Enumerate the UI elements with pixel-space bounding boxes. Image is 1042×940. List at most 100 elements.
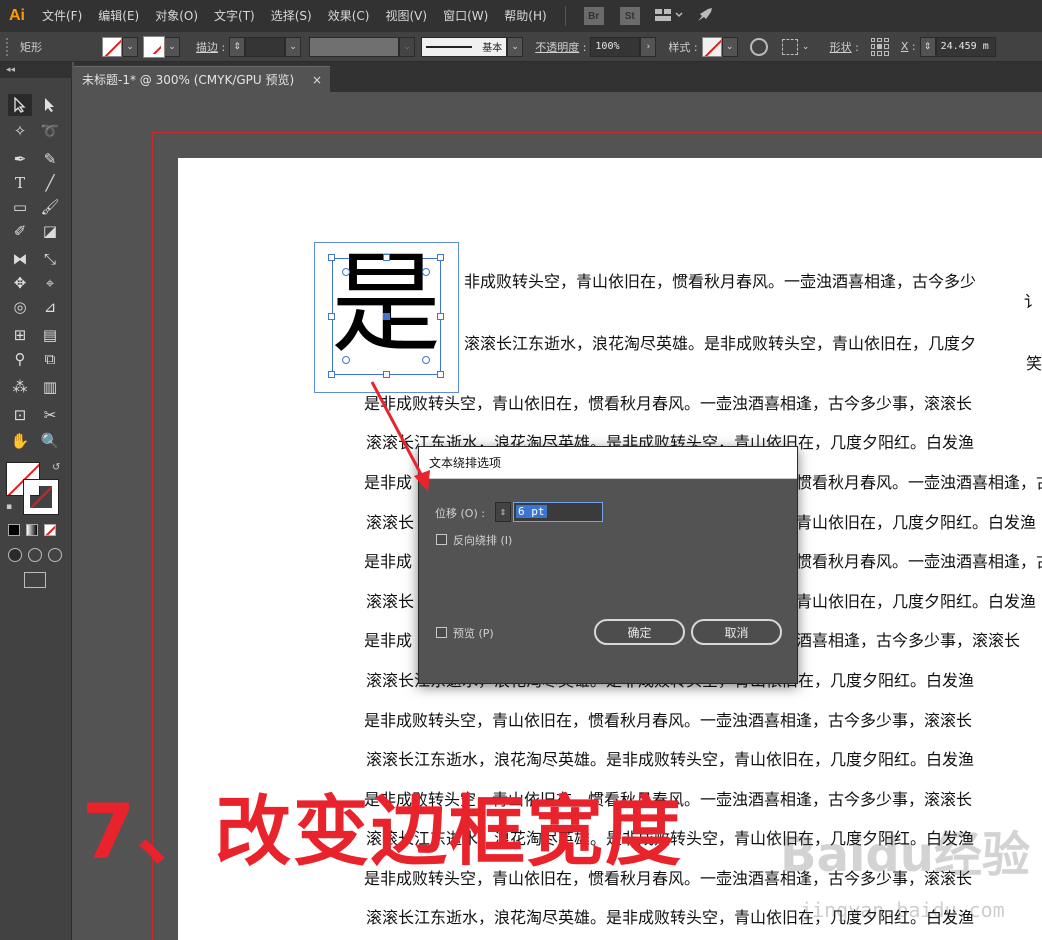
fill-dropdown[interactable]: ⌄ [122,36,138,57]
brush-definition-dropdown[interactable]: ⌄ [507,36,524,57]
eyedropper-tool-icon[interactable]: ⚲ [8,348,32,370]
selection-handle[interactable] [328,254,335,261]
document-tab[interactable]: 未标题-1* @ 300% (CMYK/GPU 预览) × [74,66,330,92]
paintbrush-tool-icon[interactable]: 🖌 [38,196,62,218]
close-tab-icon[interactable]: × [312,73,322,87]
offset-stepper[interactable]: ⇕ [495,502,511,522]
menu-select[interactable]: 选择(S) [263,0,320,32]
ok-button[interactable]: 确定 [594,619,685,645]
align-selection-icon[interactable] [781,38,798,55]
recolor-icon[interactable] [749,37,768,56]
reference-point-icon[interactable] [870,37,889,56]
shaper-tool-icon[interactable]: ✐ [8,220,32,242]
hand-tool-icon[interactable]: ✋ [8,430,32,452]
corner-widget[interactable] [422,268,430,276]
eraser-tool-icon[interactable]: ◪ [38,220,62,242]
gradient-tool-icon[interactable]: ▤ [38,324,62,346]
screen-mode-icon[interactable] [24,572,46,588]
selection-handle[interactable] [437,254,444,261]
fill-swatch[interactable] [102,36,122,57]
artboard-tool-icon[interactable]: ⊡ [8,404,32,426]
panel-collapse-toggle[interactable]: ◂◂ [0,62,72,78]
swap-fill-stroke-icon[interactable]: ↺ [52,462,60,473]
stroke-dropdown[interactable]: ⌄ [164,36,180,57]
puppet-warp-tool-icon[interactable]: ✥ [8,272,32,294]
perspective-grid-tool-icon[interactable]: ⊿ [38,296,62,318]
pen-tool-icon[interactable]: ✒ [8,148,32,170]
type-tool-icon[interactable]: T [8,172,32,194]
line-segment-tool-icon[interactable]: ╱ [38,172,62,194]
invert-wrap-checkbox[interactable] [436,534,447,545]
stroke-weight-stepper[interactable]: ⇕ [229,36,246,57]
menu-effect[interactable]: 效果(C) [320,0,378,32]
rectangle-tool-icon[interactable]: ▭ [8,196,32,218]
curvature-tool-icon[interactable]: ✎ [38,148,62,170]
menu-type[interactable]: 文字(T) [206,0,263,32]
stock-icon[interactable]: St [619,7,640,25]
draw-inside-icon[interactable] [48,548,62,562]
shape-label[interactable]: 形状 : [826,39,863,55]
menu-file[interactable]: 文件(F) [34,0,90,32]
corner-widget[interactable] [342,356,350,364]
reflect-tool-icon[interactable]: ⧓ [8,248,32,270]
graphic-style-swatch[interactable] [701,36,722,57]
selection-handle[interactable] [383,254,390,261]
blend-tool-icon[interactable]: ⧉ [38,348,62,370]
selection-handle[interactable] [328,371,335,378]
opacity-arrow[interactable]: › [640,36,657,57]
x-field[interactable]: 24.459 m [935,36,996,57]
symbol-sprayer-tool-icon[interactable]: ⁂ [8,376,32,398]
cancel-button[interactable]: 取消 [691,619,782,645]
stroke-none-swatch[interactable] [23,479,59,515]
mesh-tool-icon[interactable]: ⊞ [8,324,32,346]
draw-behind-icon[interactable] [28,548,42,562]
invert-wrap-label[interactable]: 反向绕排 (I) [453,532,512,548]
bridge-icon[interactable]: Br [583,7,604,25]
zoom-tool-icon[interactable]: 🔍 [38,430,62,452]
column-graph-tool-icon[interactable]: ▥ [38,376,62,398]
direct-selection-tool-icon[interactable] [38,94,62,116]
selection-tool-icon[interactable] [8,94,32,116]
shape-builder-tool-icon[interactable]: ◎ [8,296,32,318]
rocket-icon[interactable] [696,7,714,26]
fill-stroke-swatches[interactable]: ↺ ▪ [6,462,62,515]
menu-edit[interactable]: 编辑(E) [90,0,147,32]
variable-width-profile[interactable] [309,36,400,57]
slice-tool-icon[interactable]: ✂ [38,404,62,426]
gradient-icon[interactable] [26,524,38,536]
stroke-swatch[interactable] [143,35,165,58]
corner-widget[interactable] [342,268,350,276]
scale-tool-icon[interactable]: ⤡ [38,248,62,270]
variable-width-dropdown[interactable]: ⌄ [399,36,416,57]
selection-center-point[interactable] [383,313,390,320]
menu-help[interactable]: 帮助(H) [496,0,554,32]
free-transform-tool-icon[interactable]: ⌖ [38,272,62,294]
selection-handle[interactable] [328,313,335,320]
none-icon[interactable] [44,524,56,536]
selection-handle[interactable] [437,313,444,320]
menu-window[interactable]: 窗口(W) [435,0,496,32]
brush-definition-field[interactable]: 基本 [421,36,508,57]
preview-label[interactable]: 预览 (P) [453,625,494,641]
stroke-label[interactable]: 描边 : [192,39,229,55]
x-stepper[interactable]: ⇕ [919,36,936,57]
menu-object[interactable]: 对象(O) [147,0,206,32]
opacity-label[interactable]: 不透明度 : [531,39,590,55]
selection-handle[interactable] [383,371,390,378]
draw-normal-icon[interactable] [8,548,22,562]
lasso-tool-icon[interactable]: ➰ [38,120,62,142]
workspace-layout-icon[interactable] [654,8,684,25]
graphic-style-dropdown[interactable]: ⌄ [721,36,738,57]
stroke-weight-field[interactable] [245,36,286,57]
corner-widget[interactable] [422,356,430,364]
align-dropdown[interactable]: ⌄ [798,37,814,57]
stroke-weight-dropdown[interactable]: ⌄ [285,36,302,57]
preview-checkbox[interactable] [436,627,447,638]
selection-handle[interactable] [437,371,444,378]
color-icon[interactable] [8,524,20,536]
default-fill-stroke-icon[interactable]: ▪ [6,502,12,512]
opacity-field[interactable]: 100% [590,36,641,57]
menu-view[interactable]: 视图(V) [377,0,435,32]
magic-wand-tool-icon[interactable]: ✧ [8,120,32,142]
offset-input[interactable]: 6 pt [513,502,603,522]
